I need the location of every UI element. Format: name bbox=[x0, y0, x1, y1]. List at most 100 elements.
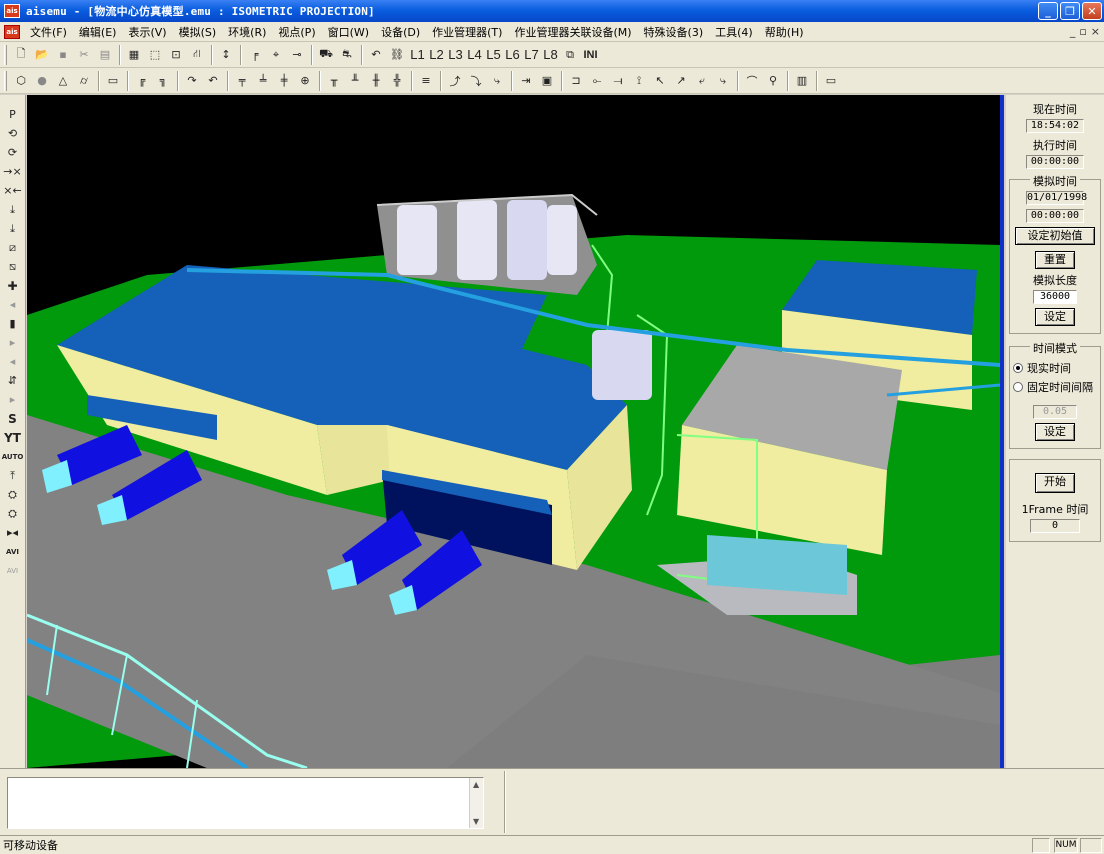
select-box-icon[interactable]: ⊡ bbox=[166, 45, 186, 65]
3d-viewport[interactable] bbox=[27, 95, 1004, 768]
mdi-close-icon[interactable]: × bbox=[1091, 25, 1100, 38]
layer-6-button[interactable]: L6 bbox=[503, 45, 522, 65]
grid-icon[interactable]: ▦ bbox=[124, 45, 144, 65]
move-left-icon[interactable]: ×← bbox=[3, 181, 23, 200]
mode-fixed-radio[interactable] bbox=[1013, 382, 1023, 392]
curve-conveyor-2-icon[interactable]: ↶ bbox=[203, 71, 223, 91]
start-button[interactable]: 开始 bbox=[1035, 473, 1075, 493]
scroll-down-icon[interactable]: ▼ bbox=[473, 817, 479, 826]
lift-2-icon[interactable]: ╧ bbox=[253, 71, 273, 91]
select-rect-icon[interactable]: ⬚ bbox=[145, 45, 165, 65]
rack-icon[interactable]: ▥ bbox=[792, 71, 812, 91]
vertical-move-icon[interactable]: ↕ bbox=[216, 45, 236, 65]
box-icon[interactable]: ⬡ bbox=[11, 71, 31, 91]
crane-icon[interactable]: ⛙ bbox=[187, 45, 207, 65]
app-icon[interactable]: ais bbox=[4, 4, 20, 18]
arch-icon[interactable]: ⌒ bbox=[742, 71, 762, 91]
move-down-2-icon[interactable]: ⤓ bbox=[3, 219, 23, 238]
rotate-cw-icon[interactable]: ⟳ bbox=[3, 143, 23, 162]
scroll-up-icon[interactable]: ▲ bbox=[473, 780, 479, 789]
pointer-tool-icon[interactable]: ⌖ bbox=[266, 45, 286, 65]
menu-viewpoint[interactable]: 视点(P) bbox=[272, 24, 321, 40]
straight-conveyor-icon[interactable]: ▭ bbox=[103, 71, 123, 91]
agv-icon[interactable]: ⛐ bbox=[337, 45, 357, 65]
sorter-4-icon[interactable]: ╬ bbox=[387, 71, 407, 91]
cylinder-icon[interactable]: ⌭ bbox=[74, 71, 94, 91]
menu-device[interactable]: 设备(D) bbox=[375, 24, 426, 40]
connector-icon[interactable]: ⟜ bbox=[587, 71, 607, 91]
save-icon[interactable]: ▪ bbox=[53, 45, 73, 65]
layer-4-button[interactable]: L4 bbox=[465, 45, 484, 65]
exit-icon[interactable]: ⇥ bbox=[516, 71, 536, 91]
toolbar-grip-2[interactable] bbox=[4, 70, 7, 91]
connector-5-icon[interactable]: ↗ bbox=[671, 71, 691, 91]
worker-path-icon[interactable]: ⊐ bbox=[566, 71, 586, 91]
mdi-minimize-icon[interactable]: _ bbox=[1070, 25, 1076, 38]
set-initial-button[interactable]: 设定初始值 bbox=[1015, 227, 1095, 245]
set-interval-button[interactable]: 设定 bbox=[1035, 423, 1075, 441]
avi-stop-button[interactable]: AVI bbox=[3, 561, 23, 580]
upload-icon[interactable]: ⤒ bbox=[3, 466, 23, 485]
mode-fixed-option[interactable]: 固定时间间隔 bbox=[1013, 379, 1097, 395]
cross-icon[interactable]: ✚ bbox=[3, 276, 23, 295]
layer-1-button[interactable]: L1 bbox=[408, 45, 427, 65]
avi-record-button[interactable]: AVI bbox=[3, 542, 23, 561]
sorter-2-icon[interactable]: ╨ bbox=[345, 71, 365, 91]
log-scrollbar[interactable]: ▲ ▼ bbox=[469, 778, 483, 828]
paste-icon[interactable]: ▤ bbox=[95, 45, 115, 65]
document-icon[interactable]: ais bbox=[4, 24, 20, 39]
menu-task-manager[interactable]: 作业管理器(T) bbox=[426, 24, 508, 40]
interval-input[interactable]: 0.05 bbox=[1033, 405, 1077, 419]
menu-task-manager-device[interactable]: 作业管理器关联设备(M) bbox=[508, 24, 637, 40]
open-folder-icon[interactable]: 📂 bbox=[32, 45, 52, 65]
curve-conveyor-icon[interactable]: ↷ bbox=[182, 71, 202, 91]
storage-icon[interactable]: ▣ bbox=[537, 71, 557, 91]
menu-simulate[interactable]: 模拟(S) bbox=[173, 24, 223, 40]
mdi-restore-icon[interactable]: ▫ bbox=[1079, 25, 1086, 38]
menu-environment[interactable]: 环境(R) bbox=[222, 24, 272, 40]
route-2-icon[interactable]: ⤵ bbox=[466, 71, 486, 91]
step-icon[interactable]: ⇵ bbox=[3, 371, 23, 390]
menu-file[interactable]: 文件(F) bbox=[24, 24, 73, 40]
menu-edit[interactable]: 编辑(E) bbox=[73, 24, 123, 40]
scale-2-icon[interactable]: ⧅ bbox=[3, 257, 23, 276]
layer-5-button[interactable]: L5 bbox=[484, 45, 503, 65]
prev-2-icon[interactable]: ◂ bbox=[3, 352, 23, 371]
sphere-icon[interactable]: ● bbox=[32, 71, 52, 91]
sorter-3-icon[interactable]: ╫ bbox=[366, 71, 386, 91]
connector-7-icon[interactable]: ⤷ bbox=[713, 71, 733, 91]
toolbar-grip[interactable] bbox=[4, 44, 7, 65]
connector-2-icon[interactable]: ⟞ bbox=[608, 71, 628, 91]
new-file-icon[interactable]: 🗋 bbox=[11, 45, 31, 65]
conveyor-icon[interactable]: ╒ bbox=[245, 45, 265, 65]
rotate-icon[interactable]: ↶ bbox=[366, 45, 386, 65]
sorter-icon[interactable]: ╥ bbox=[324, 71, 344, 91]
gear-icon[interactable]: ⛭ bbox=[3, 485, 23, 504]
path-icon[interactable]: ⊸ bbox=[287, 45, 307, 65]
scale-icon[interactable]: ⧄ bbox=[3, 238, 23, 257]
s-button[interactable]: S bbox=[3, 409, 23, 428]
mode-realtime-radio[interactable] bbox=[1013, 363, 1023, 373]
link-icon[interactable]: ⛓ bbox=[387, 45, 407, 65]
menu-help[interactable]: 帮助(H) bbox=[759, 24, 810, 40]
move-right-icon[interactable]: →× bbox=[3, 162, 23, 181]
cut-icon[interactable]: ✂ bbox=[74, 45, 94, 65]
cone-icon[interactable]: △ bbox=[53, 71, 73, 91]
menu-special-device[interactable]: 特殊设备(3) bbox=[638, 24, 710, 40]
connector-6-icon[interactable]: ⤶ bbox=[692, 71, 712, 91]
rotate-ccw-icon[interactable]: ⟲ bbox=[3, 124, 23, 143]
position-tool-icon[interactable]: P bbox=[3, 105, 23, 124]
branch-conveyor-icon[interactable]: ╔ bbox=[132, 71, 152, 91]
yt-button[interactable]: YT bbox=[3, 428, 23, 447]
connector-4-icon[interactable]: ↖ bbox=[650, 71, 670, 91]
gear-2-icon[interactable]: ⛭ bbox=[3, 504, 23, 523]
next-icon[interactable]: ▸ bbox=[3, 333, 23, 352]
layer-7-button[interactable]: L7 bbox=[522, 45, 541, 65]
prev-icon[interactable]: ◂ bbox=[3, 295, 23, 314]
layer-8-button[interactable]: L8 bbox=[541, 45, 560, 65]
reset-button[interactable]: 重置 bbox=[1035, 251, 1075, 269]
vehicle-icon[interactable]: ⛟ bbox=[316, 45, 336, 65]
fit-icon[interactable]: ▸◂ bbox=[3, 523, 23, 542]
connector-3-icon[interactable]: ⟟ bbox=[629, 71, 649, 91]
minimize-icon[interactable]: _ bbox=[1038, 2, 1058, 20]
